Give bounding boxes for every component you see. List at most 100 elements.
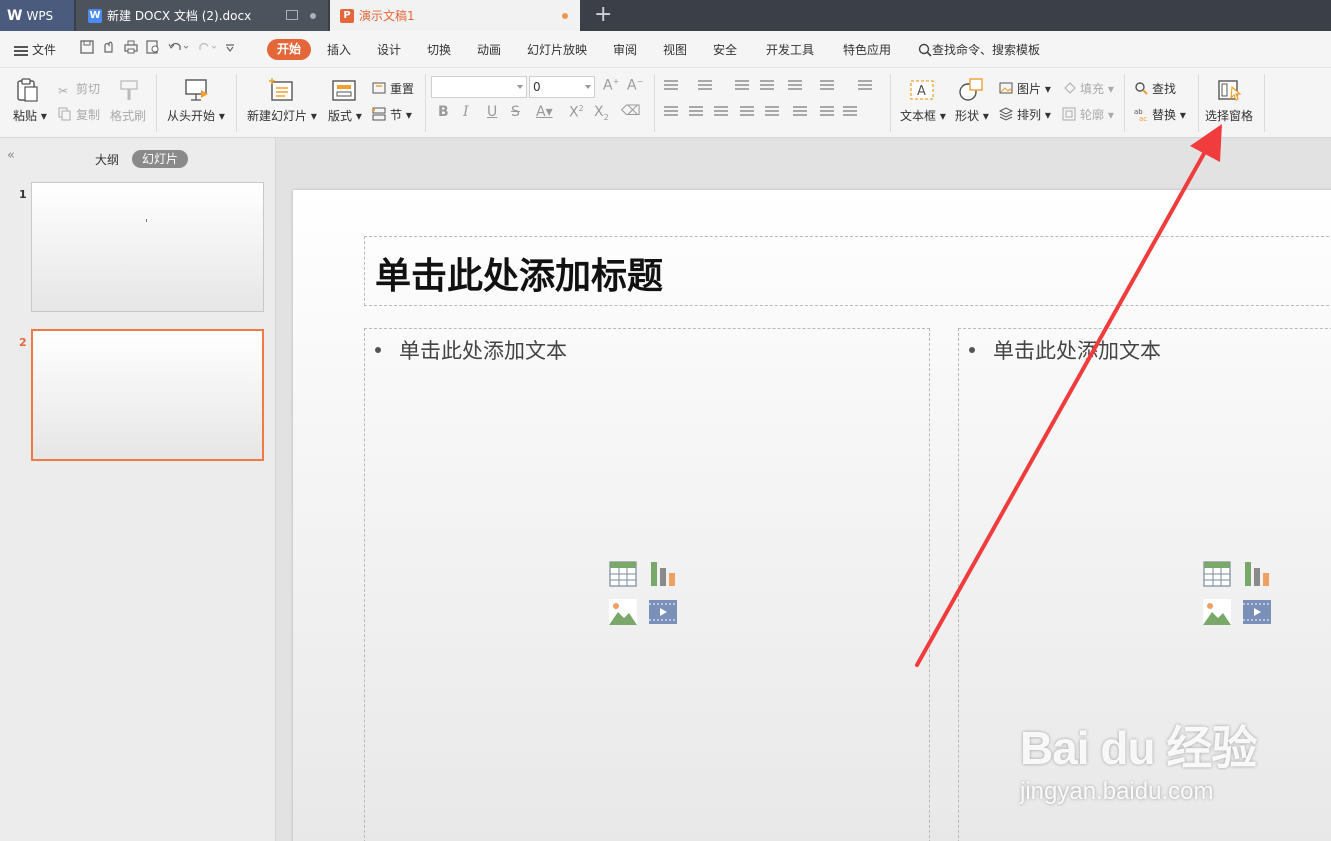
- replace-label: 替换: [1152, 108, 1177, 122]
- font-family-select[interactable]: [431, 76, 527, 98]
- thumbnail-mark: [146, 219, 147, 222]
- para-spacing-icon[interactable]: [820, 106, 834, 118]
- insert-chart-icon[interactable]: [649, 561, 677, 587]
- insert-video-icon[interactable]: [649, 599, 677, 625]
- tab-animation[interactable]: 动画: [477, 41, 501, 58]
- tab-home[interactable]: 开始: [267, 39, 311, 60]
- new-slide-button[interactable]: 新建幻灯片 ▾: [247, 107, 317, 124]
- decrease-indent-icon[interactable]: [735, 80, 749, 92]
- title-placeholder[interactable]: 单击此处添加标题: [364, 236, 1331, 306]
- tab-developer[interactable]: 开发工具: [766, 41, 814, 58]
- picture-button[interactable]: 图片 ▾: [999, 80, 1051, 97]
- distributed-icon[interactable]: [765, 106, 779, 118]
- insert-video-icon[interactable]: [1243, 599, 1271, 625]
- from-start-button[interactable]: 从头开始 ▾: [167, 107, 225, 124]
- outline-button[interactable]: 轮廓 ▾: [1062, 106, 1114, 123]
- numbering-icon[interactable]: [698, 80, 712, 92]
- slideshow-icon[interactable]: [184, 78, 210, 102]
- shape-icon[interactable]: [958, 78, 984, 102]
- customize-dropdown-icon[interactable]: [224, 40, 236, 54]
- tab-presentation[interactable]: P 演示文稿1: [330, 0, 580, 31]
- collapse-pane-icon[interactable]: «: [7, 148, 15, 163]
- text-direction-icon[interactable]: [788, 80, 802, 92]
- shape-button[interactable]: 形状 ▾: [955, 107, 989, 124]
- tab-transition[interactable]: 切换: [427, 41, 451, 58]
- tab-review[interactable]: 审阅: [613, 41, 637, 58]
- paste-label: 粘贴: [13, 109, 38, 123]
- left-content-placeholder[interactable]: 单击此处添加文本: [364, 328, 930, 841]
- subscript-icon[interactable]: X2: [594, 104, 609, 122]
- bold-icon[interactable]: B: [438, 104, 449, 120]
- find-button[interactable]: 查找: [1134, 80, 1176, 97]
- paste-icon[interactable]: [15, 78, 41, 102]
- new-slide-icon[interactable]: [269, 78, 295, 102]
- text-box-button[interactable]: 文本框 ▾: [900, 107, 946, 124]
- line-spacing-icon[interactable]: [793, 106, 807, 118]
- command-search[interactable]: 查找命令、搜索模板: [918, 41, 1040, 58]
- reset-button[interactable]: 重置: [372, 80, 414, 97]
- font-color-icon[interactable]: A▾: [536, 104, 553, 120]
- decrease-font-icon[interactable]: A−: [627, 77, 643, 94]
- superscript-icon[interactable]: X2: [569, 104, 584, 121]
- tab-presentation-label: 演示文稿1: [359, 9, 415, 23]
- undo-icon[interactable]: [168, 40, 188, 54]
- fill-label: 填充: [1080, 82, 1105, 96]
- cut-button[interactable]: ✂ 剪切: [58, 80, 100, 98]
- tab-special[interactable]: 特色应用: [843, 41, 891, 58]
- align-left-icon[interactable]: [664, 106, 678, 118]
- text-box-icon[interactable]: A: [909, 78, 935, 102]
- redo-icon[interactable]: [196, 40, 216, 54]
- hand-icon[interactable]: [102, 40, 116, 54]
- increase-indent-icon[interactable]: [760, 80, 774, 92]
- insert-table-icon[interactable]: [1203, 561, 1231, 587]
- copy-button[interactable]: 复制: [58, 106, 100, 123]
- monitor-icon[interactable]: [286, 10, 298, 20]
- format-painter-icon[interactable]: [117, 78, 143, 102]
- save-icon[interactable]: [80, 40, 94, 54]
- format-painter-button[interactable]: 格式刷: [110, 107, 146, 124]
- increase-font-icon[interactable]: A+: [603, 77, 619, 94]
- tab-outline[interactable]: 大纲: [95, 151, 119, 168]
- arrange-button[interactable]: 排列 ▾: [998, 106, 1051, 123]
- insert-table-icon[interactable]: [609, 561, 637, 587]
- section-button[interactable]: 节 ▾: [372, 106, 412, 123]
- tab-security[interactable]: 安全: [713, 41, 737, 58]
- tab-design[interactable]: 设计: [377, 41, 401, 58]
- selection-pane-icon[interactable]: [1217, 78, 1243, 102]
- file-menu[interactable]: 文件: [14, 41, 56, 58]
- slide-thumbnail-1[interactable]: [31, 182, 264, 312]
- strikethrough-icon[interactable]: S: [511, 104, 520, 120]
- fill-button[interactable]: 填充 ▾: [1062, 80, 1114, 97]
- slide-thumbnail-2[interactable]: [31, 329, 264, 461]
- spacing-dropdown-icon[interactable]: [843, 106, 857, 118]
- insert-chart-icon[interactable]: [1243, 561, 1271, 587]
- align-center-icon[interactable]: [689, 106, 703, 118]
- underline-icon[interactable]: U: [487, 104, 497, 120]
- selection-pane-button[interactable]: 选择窗格: [1205, 107, 1253, 124]
- align-text-icon[interactable]: [820, 80, 834, 92]
- tab-document[interactable]: W 新建 DOCX 文档 (2).docx: [76, 0, 328, 31]
- tab-view[interactable]: 视图: [663, 41, 687, 58]
- print-icon[interactable]: [124, 40, 138, 54]
- bullets-icon[interactable]: [664, 80, 678, 92]
- replace-button[interactable]: ab ac 替换 ▾: [1134, 106, 1186, 123]
- tab-slideshow[interactable]: 幻灯片放映: [527, 41, 587, 58]
- tab-insert[interactable]: 插入: [327, 41, 351, 58]
- font-size-select[interactable]: 0: [529, 76, 595, 98]
- clear-format-icon[interactable]: ⌫: [621, 103, 641, 119]
- print-preview-icon[interactable]: [146, 40, 160, 54]
- chevron-down-icon: [585, 85, 591, 89]
- insert-picture-icon[interactable]: [609, 599, 637, 625]
- insert-picture-icon[interactable]: [1203, 599, 1231, 625]
- tab-wps-home[interactable]: W WPS: [0, 0, 74, 31]
- paste-button[interactable]: 粘贴 ▾: [13, 107, 47, 124]
- new-slide-label: 新建幻灯片: [247, 109, 308, 123]
- italic-icon[interactable]: I: [463, 104, 469, 120]
- justify-icon[interactable]: [740, 106, 754, 118]
- layout-icon[interactable]: [331, 78, 357, 102]
- columns-icon[interactable]: [858, 80, 872, 92]
- tab-slides[interactable]: 幻灯片: [132, 150, 188, 168]
- align-right-icon[interactable]: [714, 106, 728, 118]
- new-tab-button[interactable]: +: [594, 2, 612, 28]
- layout-button[interactable]: 版式 ▾: [328, 107, 362, 124]
